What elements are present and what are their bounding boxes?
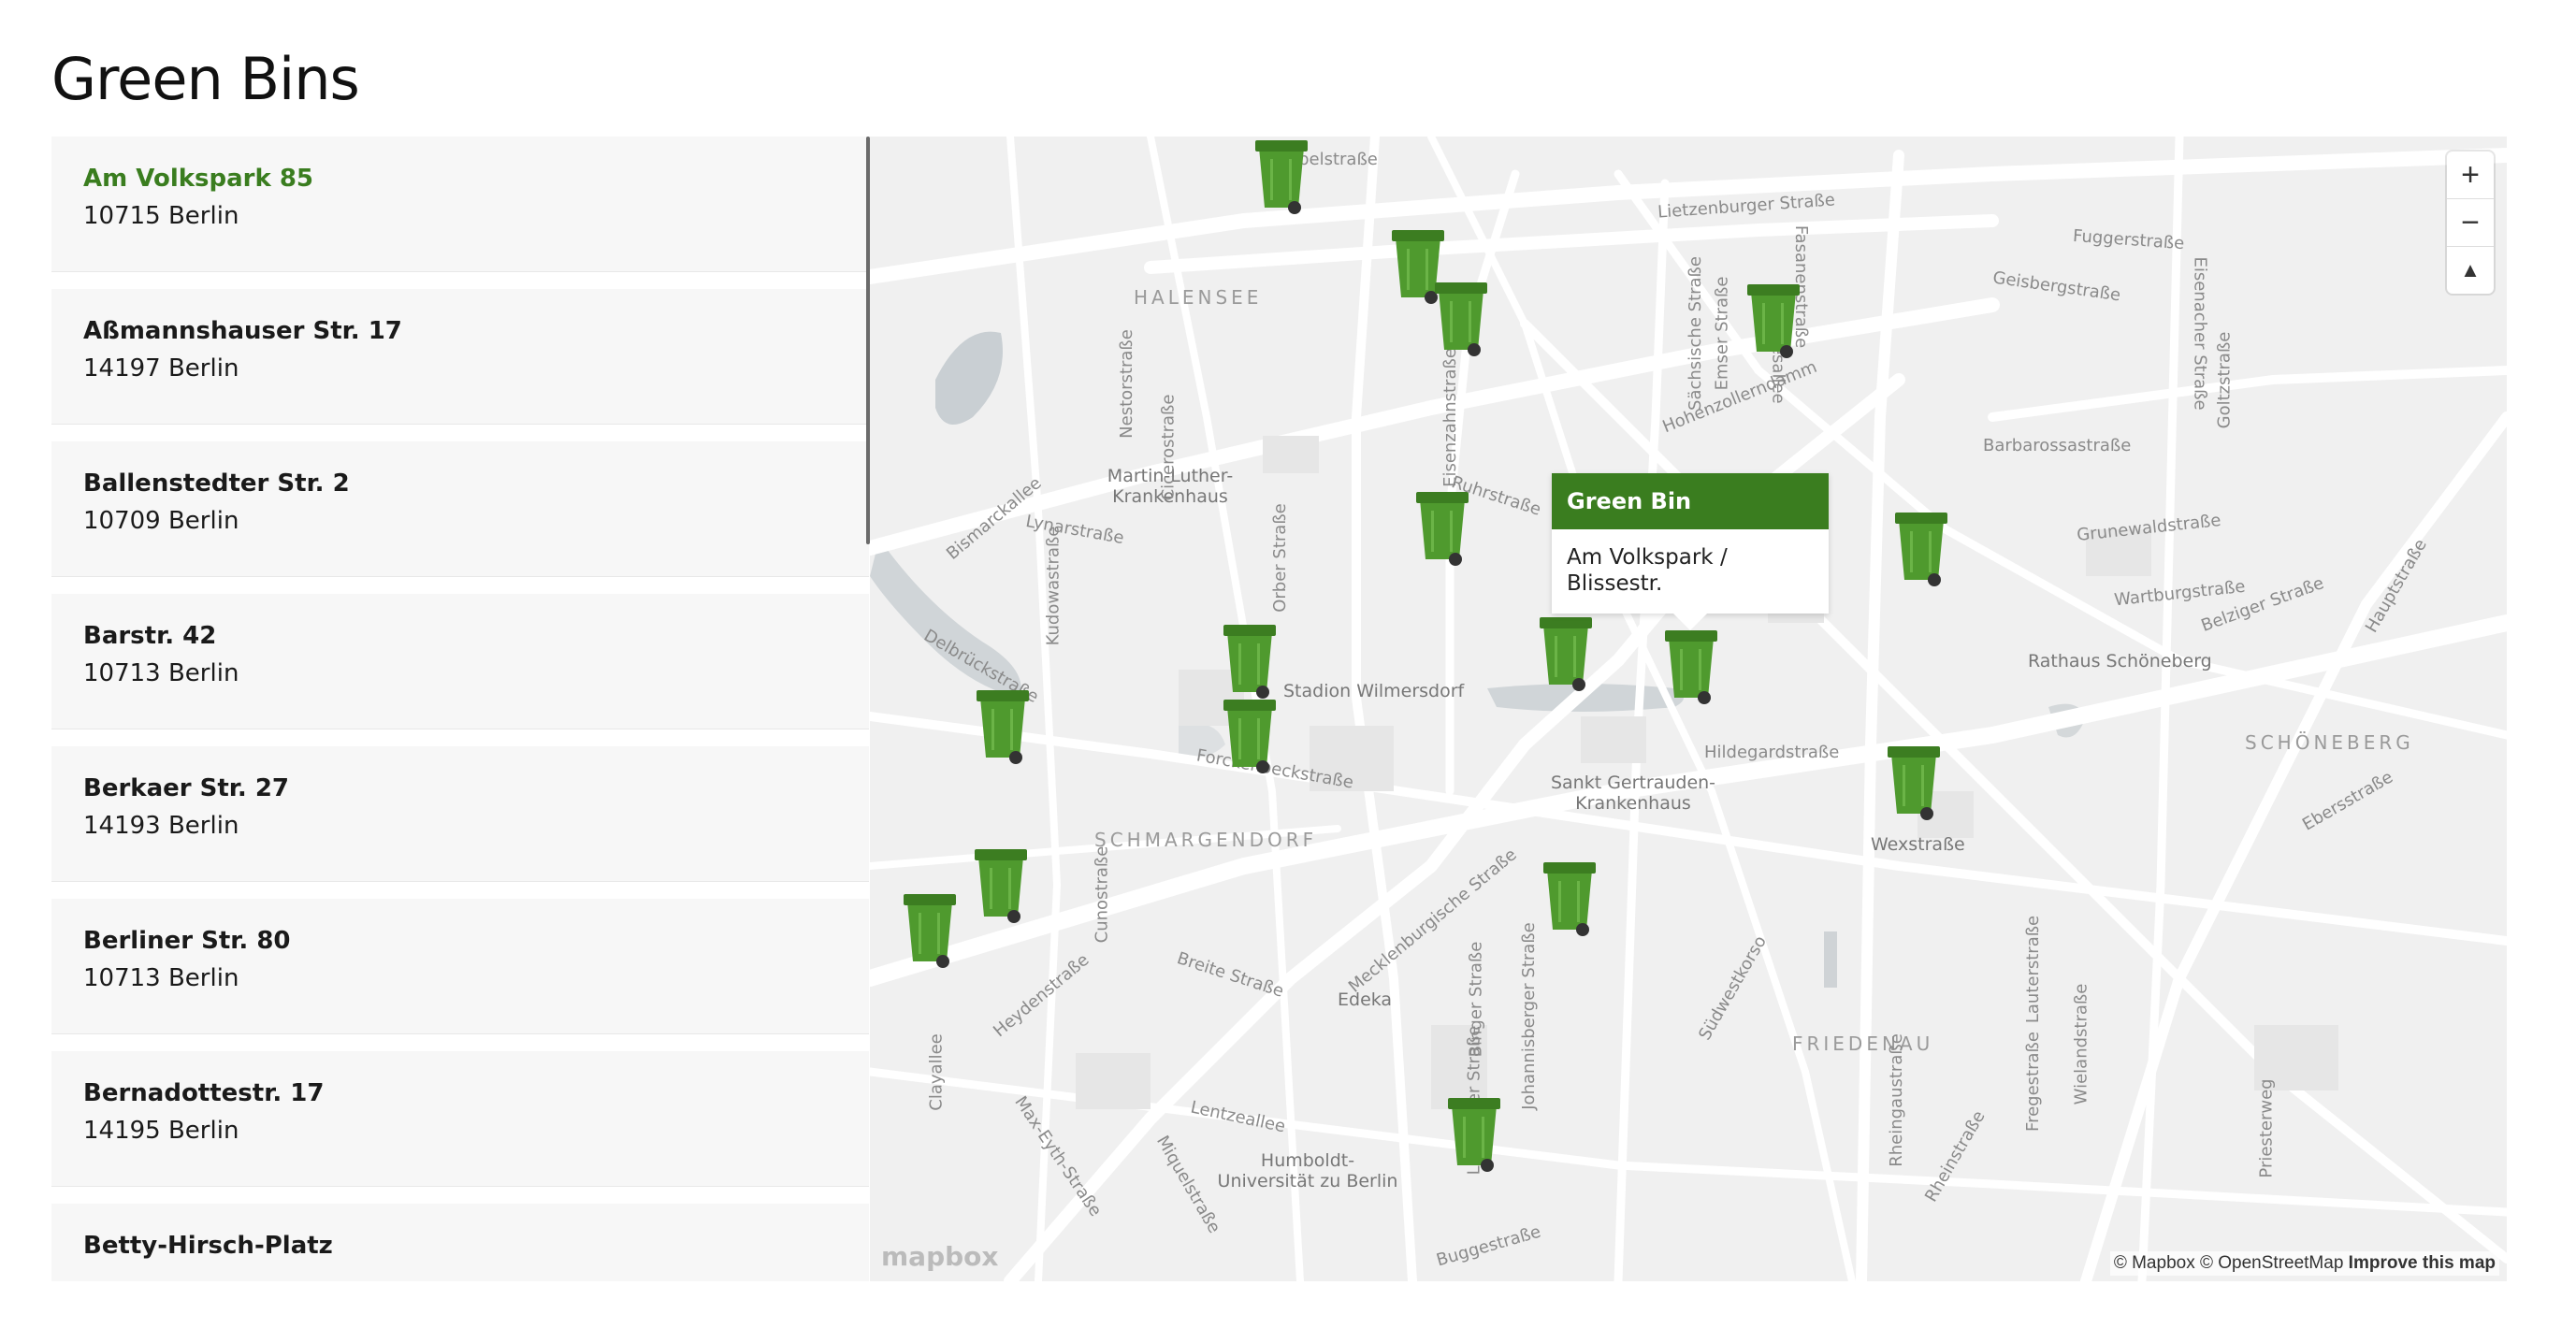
- green-bin-marker[interactable]: [1540, 857, 1599, 937]
- street-label: Fregestraße: [2022, 1032, 2043, 1132]
- district-label: SCHÖNEBERG: [2245, 731, 2414, 754]
- place-label: Wexstraße: [1871, 834, 1965, 855]
- place-label: Stadion Wilmersdorf: [1283, 681, 1465, 701]
- street-label: Priesterweg: [2256, 1078, 2277, 1178]
- list-item-street: Barstr. 42: [83, 622, 217, 650]
- map[interactable]: HALENSEE SCHMARGENDORF FRIEDENAU SCHÖNEB…: [870, 137, 2507, 1281]
- green-bin-marker[interactable]: [1220, 694, 1280, 774]
- place-label: Humboldt-Universität zu Berlin: [1217, 1150, 1398, 1191]
- list-item[interactable]: Barstr. 42 10713 Berlin: [51, 594, 869, 729]
- green-bin-marker[interactable]: [1536, 612, 1596, 692]
- street-label: Eisenzahnstraße: [1440, 348, 1460, 487]
- list-item-city: 10713 Berlin: [83, 659, 239, 687]
- list-item-city: 10713 Berlin: [83, 964, 239, 992]
- map-controls: + − ▲: [2447, 152, 2494, 294]
- green-bin-marker[interactable]: [1444, 1092, 1504, 1173]
- list-item[interactable]: Bernadottestr. 17 14195 Berlin: [51, 1051, 869, 1187]
- green-bin-marker[interactable]: [1412, 486, 1472, 567]
- green-bin-marker[interactable]: [1744, 279, 1803, 359]
- street-label: Cunostraße: [1092, 845, 1112, 944]
- list-item-city: 10709 Berlin: [83, 507, 239, 535]
- list-item[interactable]: Berliner Str. 80 10713 Berlin: [51, 899, 869, 1034]
- green-bin-marker[interactable]: [1252, 137, 1311, 215]
- list-item-street: Aßmannshauser Str. 17: [83, 317, 402, 345]
- list-item-city: 14197 Berlin: [83, 354, 239, 383]
- zoom-in-button[interactable]: +: [2447, 152, 2494, 199]
- list-item[interactable]: Betty-Hirsch-Platz: [51, 1204, 869, 1281]
- street-label: Cicerostraße: [1158, 394, 1179, 501]
- list-item-street: Berkaer Str. 27: [83, 774, 289, 802]
- popup-address: Am Volkspark / Blissestr.: [1567, 545, 1728, 596]
- list-item-city: 14193 Berlin: [83, 812, 239, 840]
- list-item-city: 10715 Berlin: [83, 202, 239, 230]
- list-item[interactable]: Am Volkspark 85 10715 Berlin: [51, 137, 869, 272]
- list-item-street: Bernadottestr. 17: [83, 1079, 325, 1107]
- place-label: Rathaus Schöneberg: [2028, 651, 2212, 672]
- bin-popup: Green Bin Am Volkspark / Blissestr.: [1552, 473, 1829, 630]
- green-bin-marker[interactable]: [971, 844, 1031, 924]
- compass-button[interactable]: ▲: [2447, 247, 2494, 294]
- street-label: Clayallee: [926, 1033, 947, 1111]
- street-label: Emser Straße: [1712, 276, 1732, 391]
- list-item[interactable]: Berkaer Str. 27 14193 Berlin: [51, 746, 869, 882]
- street-label: Hildegardstraße: [1704, 743, 1840, 762]
- street-label: Wielandstraße: [2071, 983, 2091, 1105]
- list-item[interactable]: Ballenstedter Str. 2 10709 Berlin: [51, 441, 869, 577]
- place-label: Sankt Gertrauden-Krankenhaus: [1550, 773, 1716, 814]
- map-attribution: © Mapbox © OpenStreetMap Improve this ma…: [2109, 1251, 2499, 1276]
- green-bin-marker[interactable]: [1220, 619, 1280, 700]
- list-item-street: Am Volkspark 85: [83, 165, 314, 193]
- street-label: Rheingaustraße: [1886, 1033, 1906, 1167]
- green-bin-marker[interactable]: [1661, 625, 1721, 705]
- street-label: Orber Straße: [1269, 503, 1290, 613]
- list-item-street: Ballenstedter Str. 2: [83, 469, 350, 498]
- list-item-street: Berliner Str. 80: [83, 927, 291, 955]
- street-label: Johannisberger Straße: [1518, 922, 1539, 1110]
- street-label: Sächsische Straße: [1685, 256, 1705, 411]
- street-label: Barbarossastraße: [1983, 436, 2132, 455]
- mapbox-logo[interactable]: mapbox: [881, 1241, 998, 1272]
- place-label: Edeka: [1338, 989, 1393, 1010]
- green-bin-marker[interactable]: [973, 685, 1033, 765]
- green-bin-marker[interactable]: [900, 888, 960, 969]
- street-label: Eisenacher Straße: [2190, 256, 2210, 411]
- district-label: SCHMARGENDORF: [1094, 829, 1318, 851]
- popup-title: Green Bin: [1552, 473, 1829, 529]
- bin-list[interactable]: Am Volkspark 85 10715 Berlin Aßmannshause…: [51, 137, 869, 1281]
- list-item-city: 14195 Berlin: [83, 1117, 239, 1145]
- street-label: Lauterstraße: [2023, 915, 2044, 1024]
- district-label: HALENSEE: [1134, 286, 1263, 309]
- street-label: Nestorstraße: [1116, 329, 1136, 439]
- zoom-out-button[interactable]: −: [2447, 199, 2494, 247]
- improve-map-link[interactable]: Improve this map: [2349, 1253, 2496, 1273]
- street-label: Kudowastraße: [1043, 526, 1064, 646]
- list-item[interactable]: Aßmannshauser Str. 17 14197 Berlin: [51, 289, 869, 425]
- popup-tip: [1673, 614, 1707, 630]
- list-item-street: Betty-Hirsch-Platz: [83, 1232, 333, 1260]
- green-bin-marker[interactable]: [1431, 277, 1491, 357]
- green-bin-marker[interactable]: [1884, 741, 1944, 821]
- district-label: FRIEDENAU: [1792, 1033, 1934, 1055]
- street-label: Goltzstraße: [2214, 331, 2235, 429]
- attribution-text[interactable]: © Mapbox © OpenStreetMap: [2114, 1253, 2344, 1273]
- page-title: Green Bins: [51, 45, 360, 113]
- green-bin-marker[interactable]: [1891, 507, 1951, 587]
